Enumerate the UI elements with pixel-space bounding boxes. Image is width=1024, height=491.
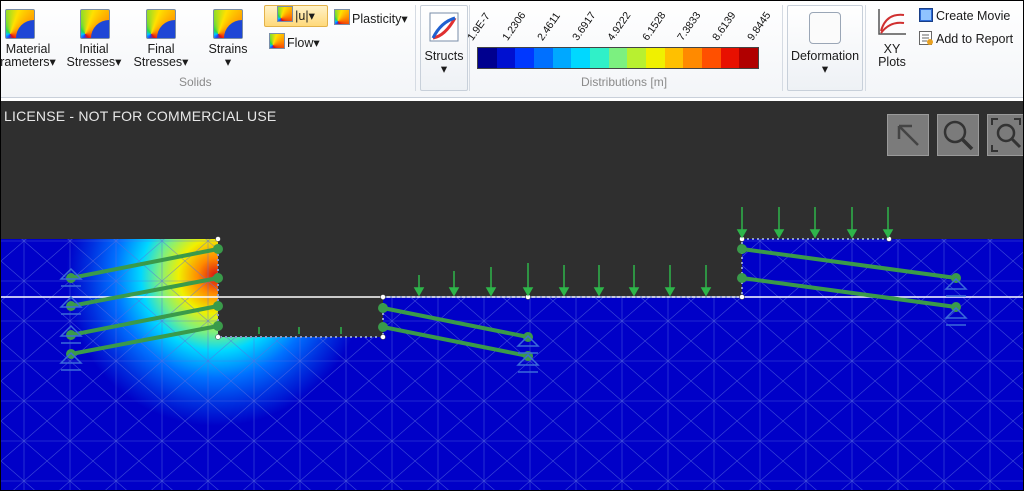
displacement-u-button[interactable]: |u|▾ (264, 5, 328, 27)
initial-stresses-label: Initial Stresses▾ (66, 42, 122, 69)
legend-color-step (478, 48, 497, 68)
legend-tick-label: 4.9222 (605, 9, 634, 44)
group-separator (782, 5, 783, 91)
legend-tick-label: 9.8445 (745, 9, 774, 44)
legend-color-step (552, 48, 572, 68)
strains-icon (213, 9, 243, 39)
legend-color-step (683, 48, 703, 68)
deformation-icon (809, 12, 841, 44)
flow-button[interactable]: Flow▾ (269, 33, 325, 51)
ribbon-toolbar: Material rameters▾ Initial Stresses▾ Fin… (1, 1, 1023, 98)
legend-color-step (571, 48, 591, 68)
final-stresses-button[interactable]: Final Stresses▾ (128, 7, 194, 77)
legend-tick-label: 3.6917 (570, 9, 599, 44)
report-icon (919, 31, 933, 45)
legend-color-step (515, 48, 535, 68)
legend-tick-label: 7.3833 (675, 9, 704, 44)
create-movie-button[interactable]: Create Movie (919, 7, 1023, 25)
legend-color-step (720, 48, 740, 68)
group-separator (415, 5, 416, 91)
app-window: Material rameters▾ Initial Stresses▾ Fin… (0, 0, 1024, 491)
initial-stresses-icon (80, 9, 110, 39)
legend-color-step (646, 48, 665, 68)
legend-color-step (739, 48, 759, 68)
strains-label: Strains ▾ (208, 42, 248, 69)
legend-tick-label: 6.1528 (640, 9, 669, 44)
material-parameters-label: Material rameters▾ (0, 42, 56, 69)
xy-plots-label: XY Plots (878, 42, 906, 69)
legend-tick-label: 1.2306 (500, 9, 529, 44)
group-separator (865, 5, 866, 91)
add-to-report-button[interactable]: Add to Report (919, 30, 1023, 48)
legend-color-step (627, 48, 647, 68)
displacement-icon (277, 6, 294, 22)
model-geometry (1, 207, 1023, 490)
legend-color-step (608, 48, 628, 68)
legend-color-step (702, 48, 721, 68)
material-parameters-button[interactable]: Material rameters▾ (0, 7, 61, 77)
material-parameters-icon (5, 9, 35, 39)
final-stresses-label: Final Stresses▾ (133, 42, 189, 69)
legend-color-step (664, 48, 684, 68)
legend-tick-label: 2.4611 (535, 10, 563, 43)
legend-colorbar (477, 47, 759, 69)
distributions-group-label: Distributions [m] (581, 75, 668, 89)
xy-plots-icon (878, 9, 906, 35)
movie-icon (919, 8, 933, 22)
structs-icon (429, 12, 459, 42)
solids-group-label: Solids (179, 75, 212, 89)
group-separator (469, 5, 470, 91)
legend-color-step (496, 48, 516, 68)
plasticity-button[interactable]: Plasticity▾ (334, 9, 410, 27)
deformation-button[interactable]: Deformation ▾ (787, 5, 863, 91)
final-stresses-icon (146, 9, 176, 39)
strains-button[interactable]: Strains ▾ (197, 7, 259, 77)
model-viewport[interactable]: LICENSE - NOT FOR COMMERCIAL USE (1, 101, 1023, 490)
legend-color-step (534, 48, 553, 68)
structs-button[interactable]: Structs ▾ (420, 5, 468, 91)
legend-color-step (590, 48, 609, 68)
plasticity-icon (334, 9, 350, 25)
legend-tick-label: 8.6139 (710, 9, 739, 44)
initial-stresses-button[interactable]: Initial Stresses▾ (61, 7, 127, 77)
distribution-legend: 1.9E-7 1.2306 2.4611 3.6917 4.9222 6.1528 7.38… (465, 7, 773, 69)
flow-icon (269, 33, 285, 49)
xy-plots-button[interactable]: XY Plots (868, 5, 916, 75)
structs-label: Structs ▾ (424, 49, 464, 76)
deformation-label: Deformation ▾ (790, 49, 860, 76)
